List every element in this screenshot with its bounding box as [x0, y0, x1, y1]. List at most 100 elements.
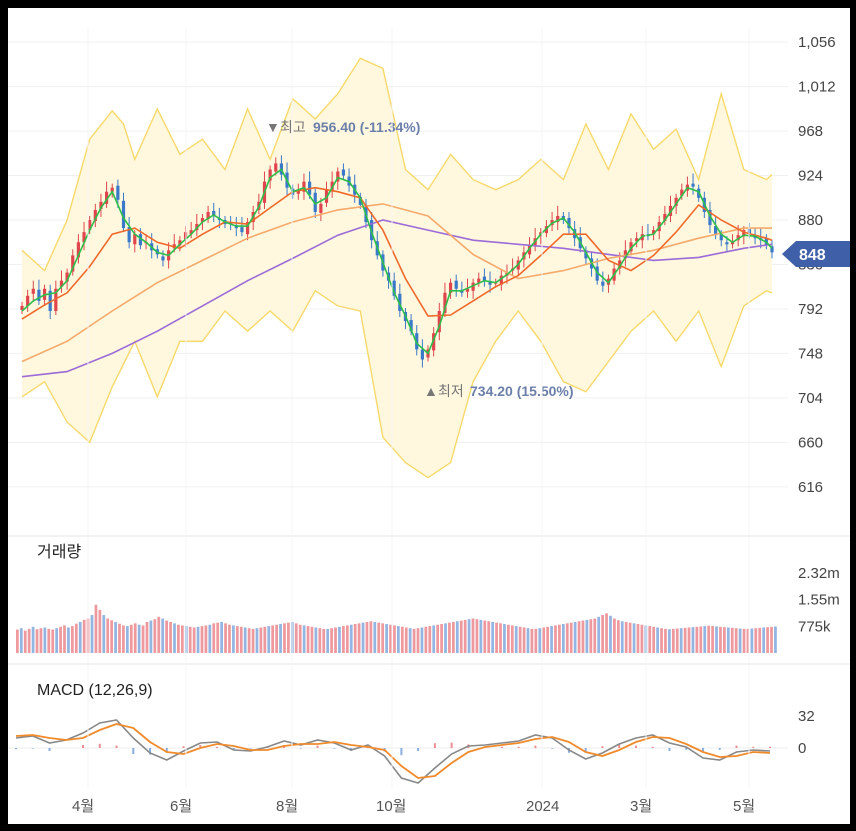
high-marker: ▼ 최고 956.40 (-11.34%) [266, 119, 420, 135]
volume-bar [671, 628, 675, 653]
volume-bar [342, 626, 345, 653]
candle-body [116, 185, 120, 200]
volume-bar [750, 628, 754, 653]
volume-bar [397, 626, 400, 653]
volume-bar [161, 618, 165, 653]
volume-bar [408, 628, 412, 653]
volume-bar [129, 624, 133, 653]
volume-bar [294, 623, 298, 653]
volume-bar [495, 622, 498, 653]
volume-bar [114, 621, 117, 653]
current-price-value: 848 [799, 247, 826, 264]
volume-bar [122, 625, 125, 653]
volume-bar [196, 626, 200, 653]
macd-histogram-bar [634, 745, 637, 748]
volume-bar [620, 621, 624, 653]
volume-bar [23, 630, 27, 653]
volume-bar [730, 627, 734, 653]
volume-bar [424, 626, 428, 653]
candle-body [691, 183, 695, 187]
macd-title: MACD (12,26,9) [37, 682, 153, 699]
volume-bar [467, 619, 471, 653]
volume-bar [283, 623, 286, 653]
volume-bar [271, 625, 275, 653]
volume-bar [51, 629, 55, 653]
volume-bar [605, 613, 608, 653]
volume-bar [173, 623, 176, 653]
candle-body [341, 169, 346, 176]
macd-histogram-bar [299, 748, 302, 749]
volume-bar [695, 626, 699, 653]
volume-bar [483, 620, 487, 653]
volume-bar [19, 628, 23, 653]
volume-bar [16, 629, 19, 653]
volume-bar [432, 625, 436, 653]
volume-bar [381, 623, 385, 653]
volume-bar [145, 621, 149, 653]
volume-bar [503, 624, 506, 653]
volume-bar [499, 623, 502, 653]
volume-tick-label: 2.32m [798, 565, 840, 582]
macd-histogram-bar [115, 745, 118, 748]
volume-bar [235, 626, 239, 653]
macd-tick-label: 0 [798, 740, 806, 757]
macd-histogram-bar [48, 748, 51, 751]
volume-bar [43, 627, 47, 653]
volume-bar [656, 627, 659, 653]
macd-histogram-bar [316, 745, 319, 748]
price-tick-label: 968 [798, 123, 823, 140]
volume-bar [232, 625, 235, 653]
volume-bar [357, 623, 361, 653]
volume-bar [47, 628, 51, 653]
volume-bar [385, 624, 388, 653]
volume-bar [27, 628, 31, 653]
volume-bar [451, 621, 455, 653]
low-marker-arrow: ▲ [424, 383, 438, 399]
volume-bar [224, 623, 227, 653]
volume-bar [609, 615, 612, 653]
volume-bar [353, 624, 357, 653]
volume-tick-label: 775k [798, 618, 831, 635]
volume-bar [534, 628, 538, 653]
volume-bar [298, 624, 302, 653]
volume-bar [59, 626, 62, 653]
volume-title: 거래량 [37, 543, 81, 561]
volume-bar [377, 622, 381, 653]
candle-body [31, 288, 35, 294]
candle-body [319, 203, 323, 213]
volume-bar [546, 626, 550, 653]
volume-bar [200, 626, 204, 653]
volume-bar [82, 619, 86, 653]
price-tick-label: 792 [798, 301, 823, 318]
volume-bar [102, 615, 106, 653]
volume-bar [679, 628, 683, 653]
volume-bar [153, 619, 157, 653]
volume-bar [436, 624, 440, 653]
volume-bar [581, 620, 585, 653]
high-marker-arrow: ▼ [266, 119, 280, 135]
volume-bar [212, 623, 216, 653]
macd-tick-label: 32 [798, 708, 815, 725]
price-tick-label: 660 [798, 434, 823, 451]
volume-bar [715, 626, 718, 653]
volume-bar [699, 626, 703, 653]
volume-bar [691, 627, 695, 653]
current-price-tag: 848 [782, 241, 850, 267]
volume-bar [345, 625, 349, 653]
volume-bar [526, 628, 530, 653]
volume-bar [157, 616, 161, 653]
volume-bar [726, 627, 730, 653]
volume-bar [420, 627, 424, 653]
stock-chart-svg[interactable]: 1,0561,012968924880836792748704660616 ▼ … [8, 8, 850, 824]
volume-bar [216, 622, 220, 653]
low-marker-value: 734.20 (15.50%) [470, 383, 574, 399]
volume-bar [558, 624, 561, 653]
volume-bar [723, 627, 726, 653]
macd-histogram-bar [651, 746, 654, 748]
volume-bar [628, 622, 632, 653]
volume-bar [220, 621, 223, 653]
volume-bar [275, 624, 278, 653]
volume-bar [668, 629, 671, 653]
candle-body [274, 163, 278, 172]
time-tick-label: 2024 [526, 798, 559, 815]
